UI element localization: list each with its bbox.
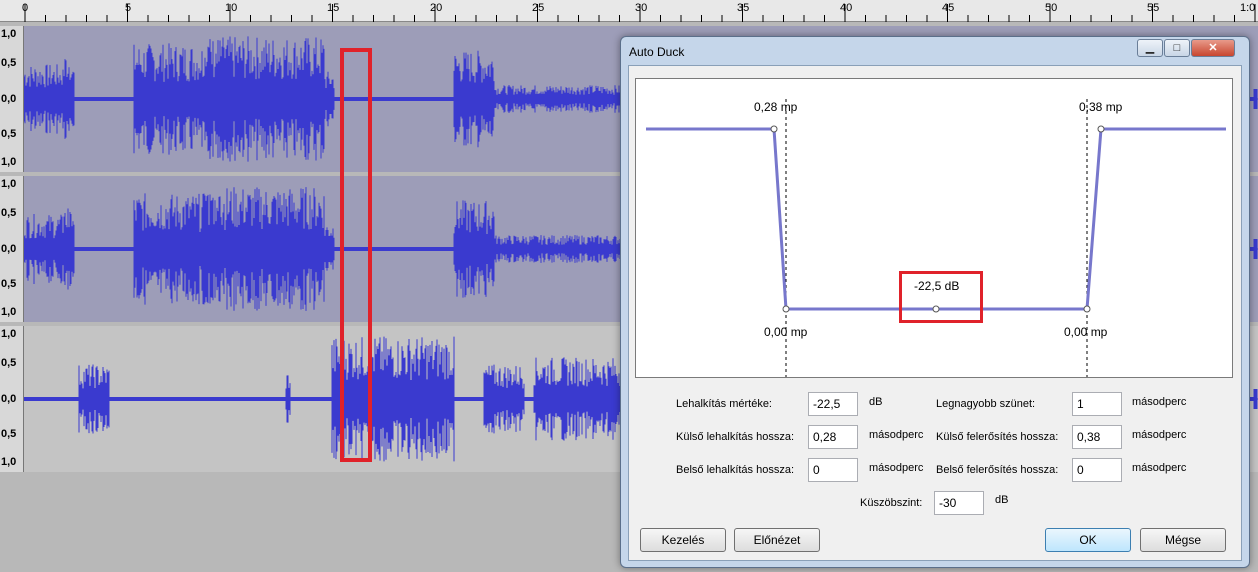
auto-duck-dialog: Auto Duck ▁ □ ✕ 0,28 mp 0,38 mp 0,00 mp … [620, 36, 1250, 568]
inner-fade-down-unit: másodperc [869, 462, 924, 474]
audacity-window: 0 5 10 15 20 25 30 35 40 45 50 55 1:0 1,… [0, 0, 1258, 572]
cancel-button[interactable]: Mégse [1140, 528, 1226, 552]
outer-fade-up-input[interactable]: 0,38 [1072, 425, 1122, 449]
threshold-input[interactable]: -30 [934, 491, 984, 515]
envelope-handle[interactable] [782, 305, 790, 313]
envelope-handle[interactable] [1083, 305, 1091, 313]
outer-fade-down-unit: másodperc [869, 429, 924, 441]
scale-label: 0,0 [1, 393, 17, 405]
duck-envelope-graph[interactable]: 0,28 mp 0,38 mp 0,00 mp 0,00 mp -22,5 dB [635, 78, 1233, 378]
graph-label-outer-fade-up: 0,38 mp [1079, 100, 1123, 114]
inner-fade-down-input[interactable]: 0 [808, 458, 858, 482]
graph-label-outer-fade-down: 0,28 mp [754, 100, 798, 114]
inner-fade-up-input[interactable]: 0 [1072, 458, 1122, 482]
highlight-box [340, 48, 372, 462]
dialog-titlebar[interactable]: Auto Duck ▁ □ ✕ [621, 37, 1249, 65]
threshold-label: Küszöbszint: [860, 497, 923, 509]
maximize-icon[interactable]: □ [1164, 39, 1190, 57]
envelope-handle[interactable] [1097, 125, 1105, 133]
scale-label: 1,0 [1, 156, 17, 168]
dialog-client-area: 0,28 mp 0,38 mp 0,00 mp 0,00 mp -22,5 dB… [628, 65, 1242, 561]
ruler-tick-60: 1:0 [1240, 2, 1256, 14]
envelope-graphic [646, 99, 1226, 377]
track-1-vertical-scale: 1,0 0,5 0,0 0,5 1,0 [0, 26, 24, 172]
timeline-ruler[interactable]: 0 5 10 15 20 25 30 35 40 45 50 55 1:0 [0, 0, 1258, 22]
envelope-handle[interactable] [770, 125, 778, 133]
track-2-vertical-scale: 1,0 0,5 0,0 0,5 1,0 [0, 176, 24, 322]
scale-label: 0,5 [1, 428, 17, 440]
scale-label: 0,0 [1, 243, 17, 255]
close-icon[interactable]: ✕ [1191, 39, 1235, 57]
scale-label: 1,0 [1, 178, 17, 190]
scale-label: 0,5 [1, 278, 17, 290]
ruler-tick-25: 25 [532, 2, 545, 14]
graph-label-inner-fade-up: 0,00 mp [1064, 325, 1108, 339]
threshold-unit: dB [995, 494, 1009, 506]
duck-amount-unit: dB [869, 396, 883, 408]
ruler-tick-50: 50 [1045, 2, 1058, 14]
ruler-tick-40: 40 [840, 2, 853, 14]
graph-label-inner-fade-down: 0,00 mp [764, 325, 808, 339]
manage-button[interactable]: Kezelés [640, 528, 726, 552]
outer-fade-down-input[interactable]: 0,28 [808, 425, 858, 449]
track-3-vertical-scale: 1,0 0,5 0,0 0,5 1,0 [0, 326, 24, 472]
max-pause-label: Legnagyobb szünet: [936, 398, 1036, 410]
duck-amount-input[interactable]: -22,5 [808, 392, 858, 416]
preview-button[interactable]: Előnézet [734, 528, 820, 552]
ruler-ticks [24, 4, 1256, 22]
ruler-tick-20: 20 [430, 2, 443, 14]
dialog-title: Auto Duck [629, 45, 685, 59]
inner-fade-down-label: Belső lehalkítás hossza: [676, 464, 795, 476]
ruler-tick-45: 45 [942, 2, 955, 14]
scale-label: 0,5 [1, 357, 17, 369]
ruler-tick-15: 15 [327, 2, 340, 14]
inner-fade-up-label: Belső felerősítés hossza: [936, 464, 1059, 476]
ruler-tick-5: 5 [125, 2, 132, 14]
ruler-tick-55: 55 [1147, 2, 1160, 14]
ok-button[interactable]: OK [1045, 528, 1131, 552]
ruler-tick-10: 10 [225, 2, 238, 14]
scale-label: 0,0 [1, 93, 17, 105]
ruler-tick-30: 30 [635, 2, 648, 14]
max-pause-unit: másodperc [1132, 396, 1187, 408]
inner-fade-up-unit: másodperc [1132, 462, 1187, 474]
ruler-tick-35: 35 [737, 2, 750, 14]
scale-label: 1,0 [1, 306, 17, 318]
outer-fade-down-label: Külső lehalkítás hossza: [676, 431, 795, 443]
max-pause-input[interactable]: 1 [1072, 392, 1122, 416]
scale-label: 0,5 [1, 207, 17, 219]
scale-label: 0,5 [1, 57, 17, 69]
outer-fade-up-unit: másodperc [1132, 429, 1187, 441]
scale-label: 1,0 [1, 28, 17, 40]
ruler-tick-0: 0 [22, 2, 29, 14]
outer-fade-up-label: Külső felerősítés hossza: [936, 431, 1059, 443]
duck-amount-label: Lehalkítás mértéke: [676, 398, 772, 410]
scale-label: 1,0 [1, 328, 17, 340]
scale-label: 0,5 [1, 128, 17, 140]
duck-amount-highlight-box [899, 271, 983, 323]
scale-label: 1,0 [1, 456, 17, 468]
minimize-icon[interactable]: ▁ [1137, 39, 1163, 57]
